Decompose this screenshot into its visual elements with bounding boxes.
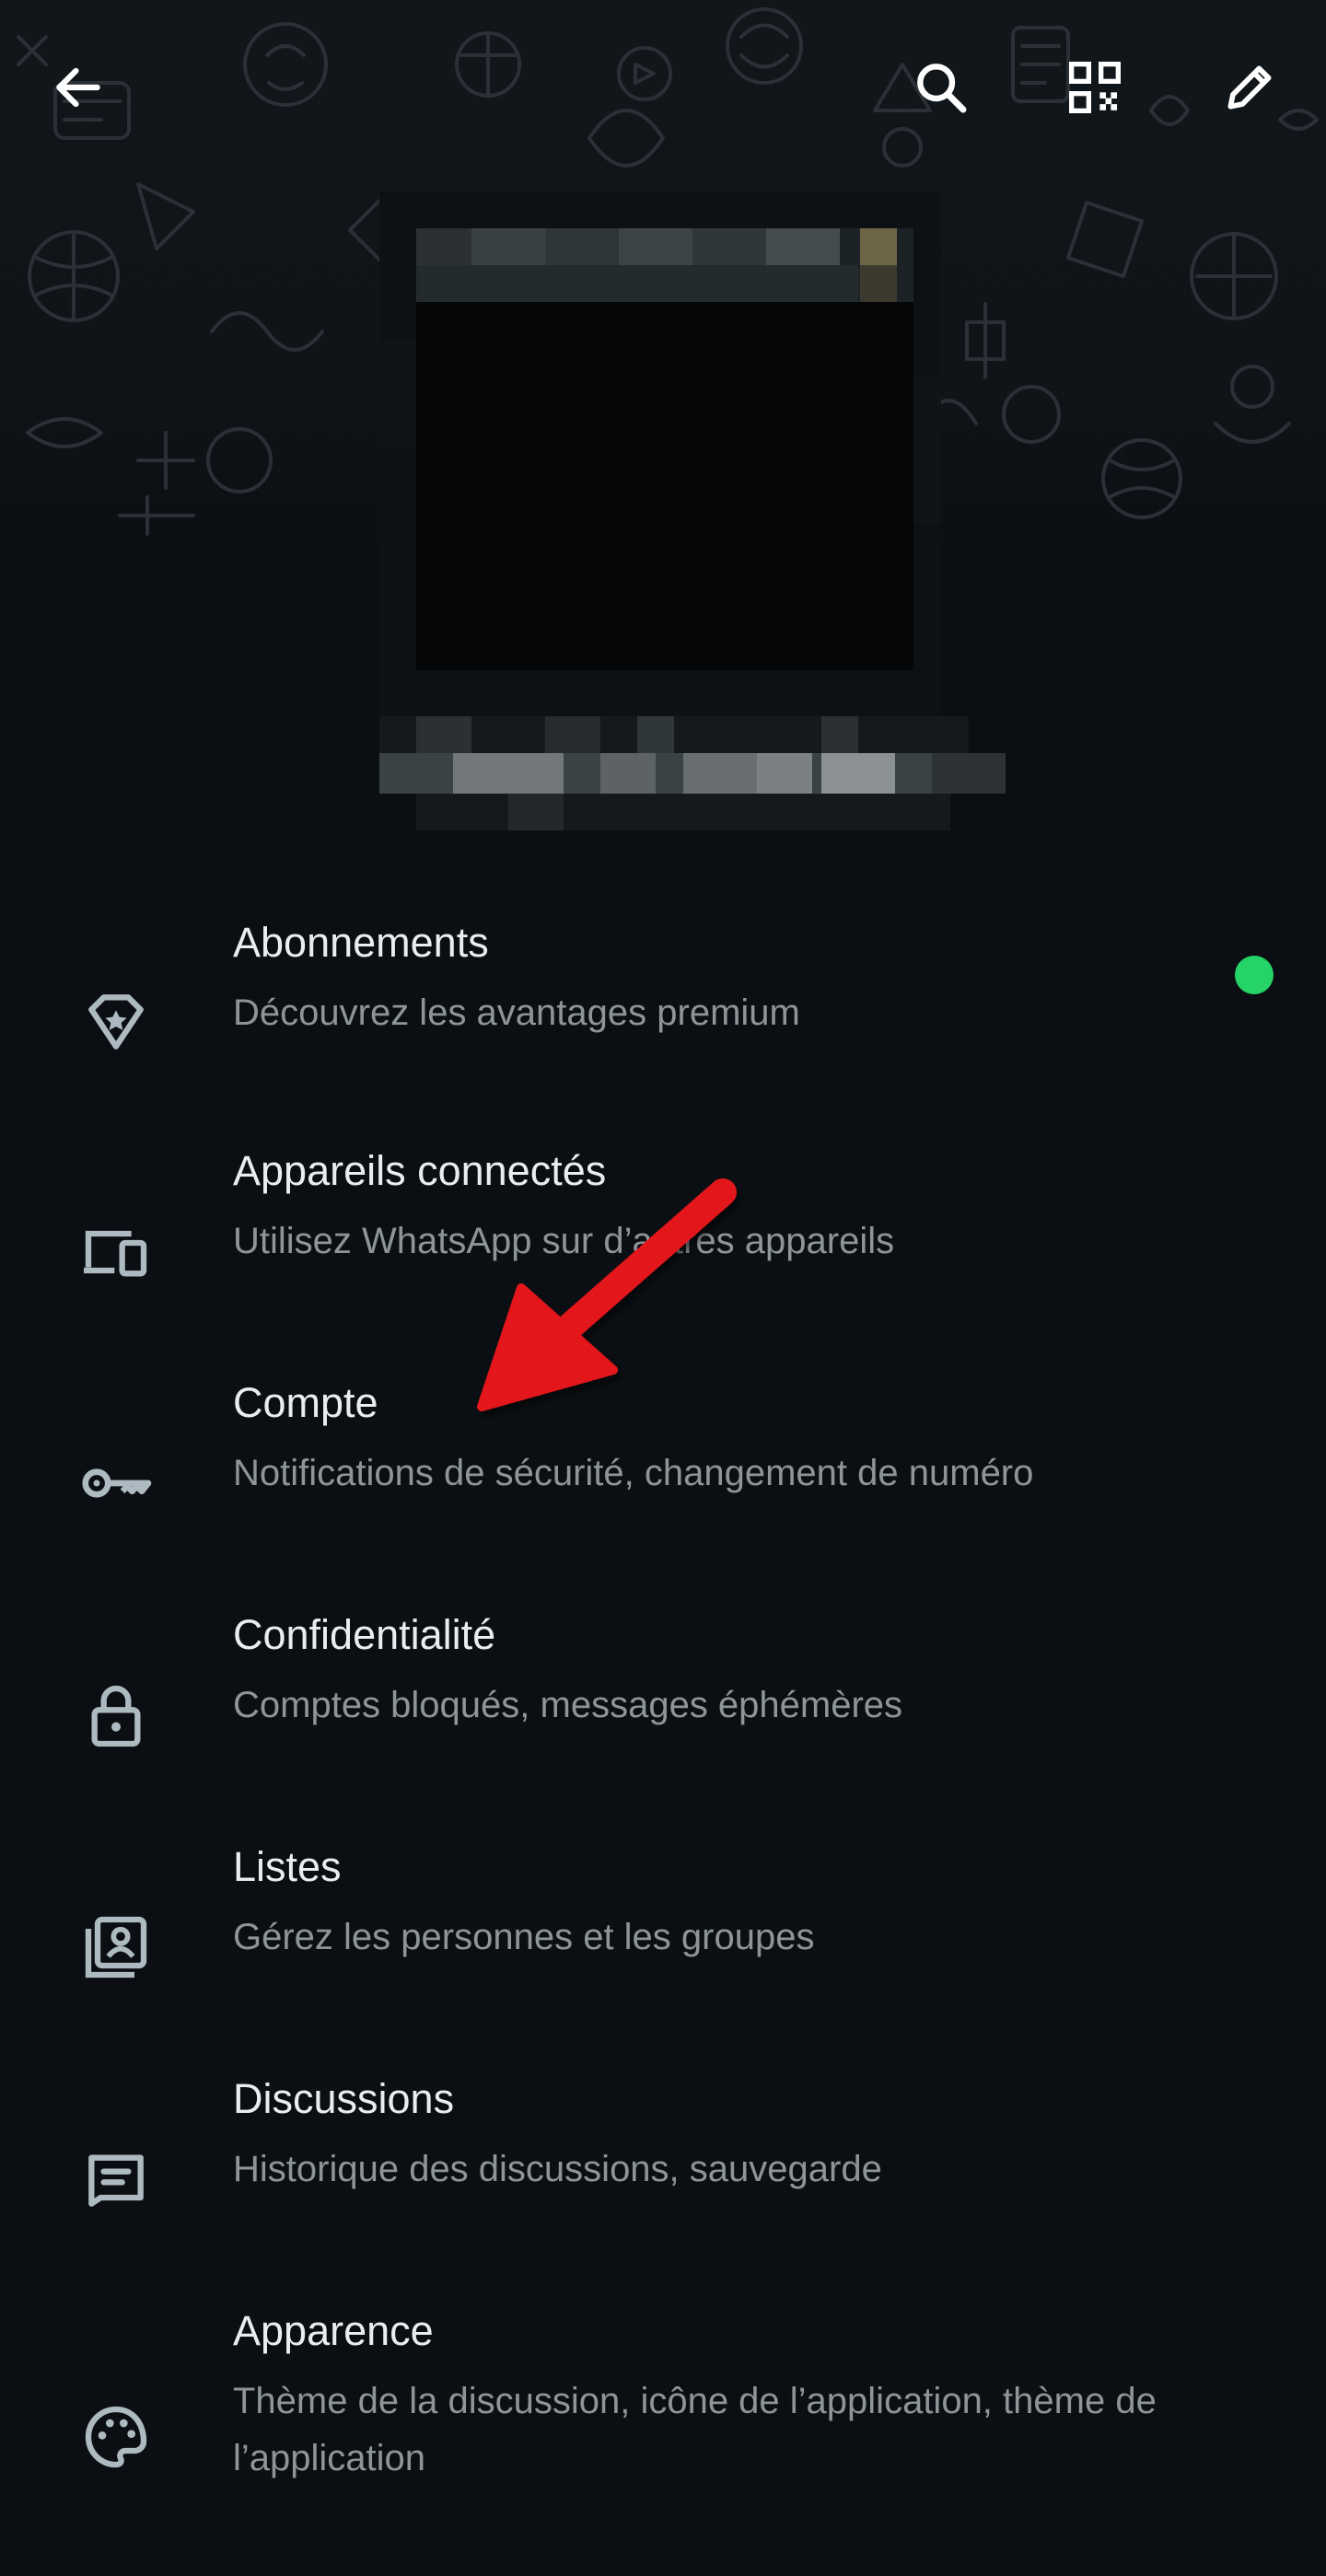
premium-badge-icon <box>70 976 162 1068</box>
menu-item-title: Abonnements <box>233 919 489 966</box>
menu-item-title: Listes <box>233 1843 342 1890</box>
menu-item-title: Apparence <box>233 2307 434 2354</box>
menu-item-subtitle: Gérez les personnes et les groupes <box>233 1917 815 1957</box>
devices-icon <box>70 1206 162 1298</box>
menu-item-discussions[interactable]: Discussions Historique des discussions, … <box>0 2035 1326 2256</box>
profile-name <box>379 716 1006 836</box>
back-button[interactable] <box>28 37 129 138</box>
menu-item-subtitle: Comptes bloqués, messages éphémères <box>233 1685 903 1725</box>
key-icon <box>70 1437 162 1529</box>
menu-item-appareils-connectes[interactable]: Appareils connectés Utilisez WhatsApp su… <box>0 1107 1326 1328</box>
menu-item-title: Discussions <box>233 2075 455 2122</box>
menu-item-abonnements[interactable]: Abonnements Découvrez les avantages prem… <box>0 875 1326 1096</box>
menu-item-title: Compte <box>233 1379 378 1426</box>
qr-code-button[interactable] <box>1044 37 1146 138</box>
menu-item-listes[interactable]: Listes Gérez les personnes et les groupe… <box>0 1803 1326 2024</box>
menu-item-confidentialite[interactable]: Confidentialité Comptes bloqués, message… <box>0 1571 1326 1792</box>
menu-item-compte[interactable]: Compte Notifications de sécurité, change… <box>0 1339 1326 1560</box>
menu-item-subtitle: Historique des discussions, sauvegarde <box>233 2149 882 2189</box>
pixelated-name <box>379 716 1006 830</box>
search-button[interactable] <box>890 37 992 138</box>
menu-item-title: Confidentialité <box>233 1611 496 1658</box>
menu-item-subtitle: Utilisez WhatsApp sur d’autres appareils <box>233 1221 895 1261</box>
menu-item-apparence[interactable]: Apparence Thème de la discussion, icône … <box>0 2267 1326 2543</box>
qr-code-icon <box>1069 62 1121 113</box>
chat-icon <box>70 2133 162 2225</box>
menu-item-subtitle: Thème de la discussion, icône de l’appli… <box>233 2381 1157 2478</box>
pixelated-photo <box>379 191 941 716</box>
palette-icon <box>70 2391 162 2483</box>
menu-item-subtitle: Notifications de sécurité, changement de… <box>233 1453 1034 1493</box>
top-app-bar <box>0 37 1326 147</box>
arrow-left-icon <box>56 67 100 108</box>
menu-item-title: Appareils connectés <box>233 1147 607 1194</box>
contact-list-icon <box>70 1901 162 1993</box>
lock-icon <box>70 1670 162 1762</box>
edit-button[interactable] <box>1199 37 1300 138</box>
pencil-icon <box>1227 65 1272 110</box>
menu-item-subtitle: Découvrez les avantages premium <box>233 992 800 1033</box>
search-icon <box>917 64 967 113</box>
profile-photo[interactable] <box>379 191 941 716</box>
status-dot <box>1235 956 1274 994</box>
